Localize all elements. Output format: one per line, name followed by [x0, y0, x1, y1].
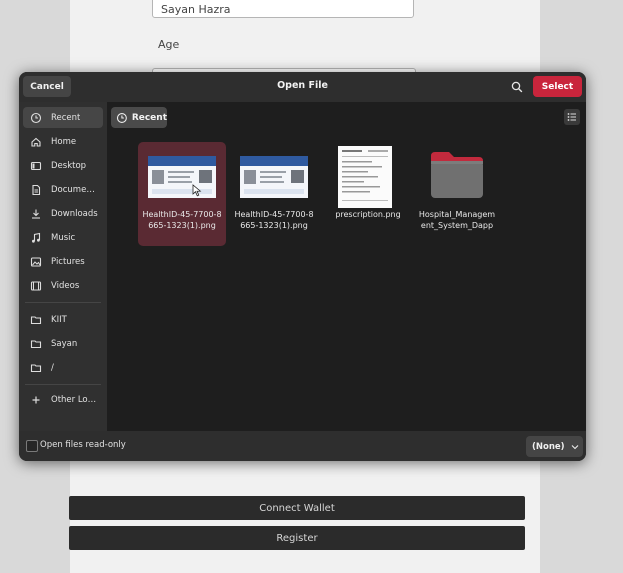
open-file-dialog: Cancel Open File Select Recent Home Desk…	[19, 72, 586, 461]
video-icon	[30, 280, 42, 291]
file-item[interactable]: HealthID-45-7700-8665-1323(1).png	[230, 142, 318, 246]
sidebar-item-downloads[interactable]: Downloads	[23, 203, 103, 224]
folder-item[interactable]: Hospital_Management_System_Dapp	[413, 142, 501, 246]
sidebar-divider	[25, 302, 101, 303]
chevron-down-icon	[571, 444, 578, 449]
sidebar-item-recent[interactable]: Recent	[23, 107, 103, 128]
picture-icon	[30, 256, 42, 267]
image-thumbnail-icon	[148, 156, 216, 198]
read-only-checkbox[interactable]	[26, 440, 38, 452]
file-filter-dropdown[interactable]: (None)	[526, 436, 583, 457]
sidebar-item-label: Home	[51, 136, 77, 147]
sidebar-item-label: Other Lo…	[51, 394, 97, 405]
file-grid-view: Recent HealthID-45-7700-8665-1323(1).png…	[107, 102, 586, 431]
places-sidebar: Recent Home Desktop Docume… Downloads Mu…	[19, 102, 107, 431]
image-thumbnail-icon	[240, 156, 308, 198]
file-item[interactable]: HealthID-45-7700-8665-1323(1).png	[138, 142, 226, 246]
folder-icon	[30, 339, 42, 348]
dialog-title: Open File	[277, 80, 328, 91]
name-input[interactable]: Sayan Hazra	[152, 0, 414, 18]
home-icon	[31, 137, 41, 147]
read-only-label: Open files read-only	[40, 440, 126, 450]
connect-wallet-button[interactable]: Connect Wallet	[69, 496, 525, 520]
dialog-header: Cancel Open File Select	[19, 72, 586, 102]
file-name: HealthID-45-7700-8665-1323(1).png	[234, 210, 314, 230]
sidebar-item-label: Docume…	[51, 184, 95, 195]
plus-icon	[32, 396, 40, 403]
sidebar-item-home[interactable]: Home	[23, 131, 103, 152]
sidebar-divider	[25, 384, 101, 385]
sidebar-item-label: Pictures	[51, 256, 85, 267]
mouse-cursor-icon	[192, 184, 202, 197]
sidebar-item-desktop[interactable]: Desktop	[23, 155, 103, 176]
clock-icon	[116, 112, 127, 123]
sidebar-item-label: Desktop	[51, 160, 87, 171]
file-name: Hospital_Management_System_Dapp	[418, 210, 496, 230]
sidebar-item-label: Recent	[51, 112, 81, 123]
download-icon	[32, 209, 40, 219]
folder-icon	[30, 315, 42, 324]
search-icon[interactable]	[510, 80, 524, 94]
file-item[interactable]: prescription.png	[324, 142, 412, 246]
sidebar-item-kiit[interactable]: KIIT	[23, 309, 103, 330]
sidebar-item-sayan[interactable]: Sayan	[23, 333, 103, 354]
desktop-icon	[30, 161, 42, 170]
sidebar-item-videos[interactable]: Videos	[23, 275, 103, 296]
document-thumbnail-icon	[338, 146, 392, 208]
register-button[interactable]: Register	[69, 526, 525, 550]
sidebar-item-documents[interactable]: Docume…	[23, 179, 103, 200]
sidebar-item-label: Sayan	[51, 338, 78, 349]
folder-icon	[431, 152, 483, 198]
sidebar-item-music[interactable]: Music	[23, 227, 103, 248]
file-name: prescription.png	[335, 210, 401, 219]
filter-value: (None)	[532, 441, 565, 452]
sidebar-item-pictures[interactable]: Pictures	[23, 251, 103, 272]
sidebar-item-label: /	[51, 362, 54, 373]
select-button[interactable]: Select	[533, 76, 582, 97]
sidebar-item-label: Videos	[51, 280, 80, 291]
clock-icon	[30, 112, 42, 123]
file-name: HealthID-45-7700-8665-1323(1).png	[142, 210, 222, 230]
dialog-footer: Open files read-only (None)	[19, 431, 586, 461]
sidebar-item-other-locations[interactable]: Other Lo…	[23, 389, 103, 410]
document-icon	[32, 184, 41, 195]
location-label: Recent	[131, 112, 167, 123]
location-recent-chip[interactable]: Recent	[111, 107, 167, 128]
age-label: Age	[158, 38, 180, 51]
sidebar-item-label: Music	[51, 232, 76, 243]
list-view-icon[interactable]	[564, 109, 580, 125]
folder-icon	[30, 363, 42, 372]
sidebar-item-label: KIIT	[51, 314, 67, 325]
music-icon	[32, 232, 41, 243]
sidebar-item-root[interactable]: /	[23, 357, 103, 378]
sidebar-item-label: Downloads	[51, 208, 98, 219]
